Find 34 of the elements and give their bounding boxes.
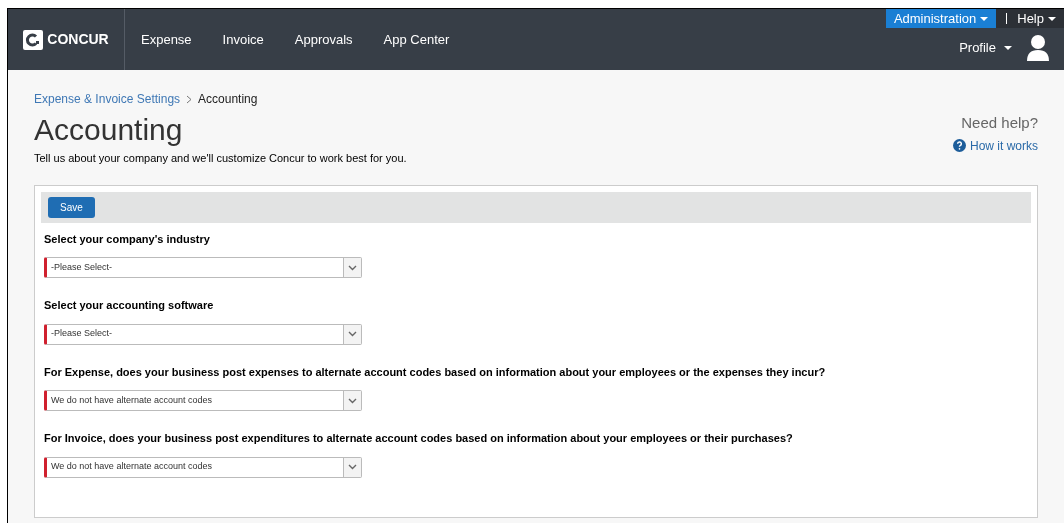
dropdown[interactable]: We do not have alternate account codes [44,390,362,411]
nav-link[interactable]: Approvals [294,29,353,50]
chevron-down-icon [348,464,357,470]
help-heading: Need help? [961,113,1038,133]
chevron-down-icon [348,264,357,271]
chevron-down-icon [348,331,357,337]
avatar-icon[interactable] [1026,34,1050,61]
dropdown[interactable]: -Please Select- [44,257,362,278]
question-label: Select your company's industry [44,231,211,247]
caret-icon [980,16,989,21]
chevron-icon [186,94,193,104]
question-label: For Invoice, does your business post expenditures to alternate account codes based on information about your employees or their purchases? [44,431,794,446]
profile-menu[interactable]: Profile [959,37,1012,58]
dropdown[interactable]: -Please Select- [44,323,362,345]
breadcrumb-link[interactable]: Expense & Invoice Settings [34,90,181,108]
question-label: For Expense, does your business post expenses to alternate account codes based on information about your employees or the expenses they incur? [44,364,827,380]
breadcrumb-current: Accounting [198,91,258,108]
nav-link[interactable]: App Center [383,29,450,50]
dropdown[interactable]: We do not have alternate account codes [44,456,362,478]
logo-icon [23,29,44,50]
chevron-down-icon [348,397,357,404]
nav-link[interactable]: Expense [141,29,192,50]
help-icon [953,139,966,152]
save-button[interactable]: Save [48,196,95,218]
logo-text: CONCUR [47,30,109,49]
nav-link[interactable]: Invoice [222,29,264,50]
page-title: Accounting [34,112,184,148]
page-subtitle: Tell us about your company and we'll customize Concur to work best for you. [34,151,408,166]
caret-icon [1004,45,1012,50]
how-it-works-link[interactable]: How it works [953,136,1038,155]
question-label: Select your accounting software [44,298,215,313]
caret-icon [1048,16,1056,21]
administration-menu[interactable]: Administration [885,9,997,28]
help-menu[interactable]: Help [1017,8,1064,29]
